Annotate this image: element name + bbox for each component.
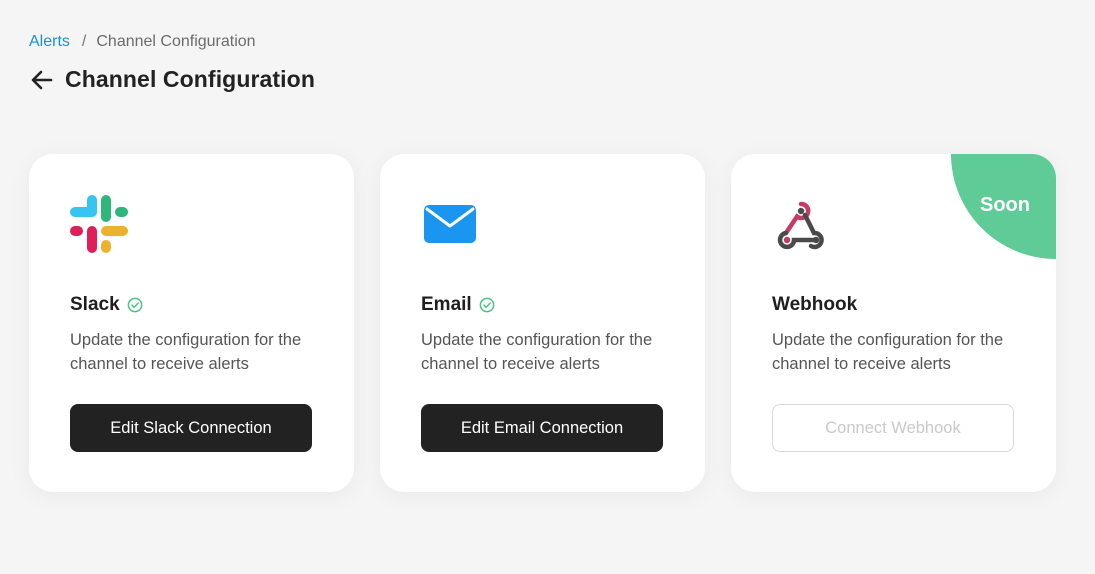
check-circle-icon bbox=[127, 297, 143, 313]
breadcrumb-link-alerts[interactable]: Alerts bbox=[29, 33, 70, 51]
channel-card-email: Email Update the configuration for the c… bbox=[380, 154, 705, 492]
envelope-icon bbox=[421, 195, 479, 253]
breadcrumb: Alerts / Channel Configuration bbox=[29, 33, 256, 51]
channel-description: Update the configuration for the channel… bbox=[421, 331, 653, 373]
arrow-left-icon[interactable] bbox=[29, 67, 55, 93]
channel-description: Update the configuration for the channel… bbox=[70, 331, 302, 373]
channel-name-slack: Slack bbox=[70, 294, 143, 316]
channel-cards: Slack Update the configuration for the c… bbox=[29, 154, 1056, 492]
soon-badge-label: Soon bbox=[980, 194, 1030, 216]
channel-name-webhook: Webhook bbox=[772, 294, 857, 316]
webhook-icon bbox=[772, 195, 830, 253]
edit-email-connection-button[interactable]: Edit Email Connection bbox=[421, 404, 663, 452]
channel-card-webhook: Soon Webhook Update the configuration fo… bbox=[731, 154, 1056, 492]
channel-title: Webhook bbox=[772, 294, 858, 315]
channel-description: Update the configuration for the channel… bbox=[772, 331, 1004, 373]
channel-card-slack: Slack Update the configuration for the c… bbox=[29, 154, 354, 492]
channel-title: Email bbox=[421, 294, 472, 315]
edit-slack-connection-button[interactable]: Edit Slack Connection bbox=[70, 404, 312, 452]
channel-name-email: Email bbox=[421, 294, 495, 316]
breadcrumb-current: Channel Configuration bbox=[96, 33, 256, 50]
channel-title: Slack bbox=[70, 294, 120, 315]
page-title: Channel Configuration bbox=[65, 66, 315, 92]
connect-webhook-button[interactable]: Connect Webhook bbox=[772, 404, 1014, 452]
breadcrumb-separator: / bbox=[81, 33, 87, 50]
slack-logo-icon bbox=[70, 195, 128, 253]
page-header: Channel Configuration bbox=[29, 66, 315, 93]
check-circle-icon bbox=[479, 297, 495, 313]
